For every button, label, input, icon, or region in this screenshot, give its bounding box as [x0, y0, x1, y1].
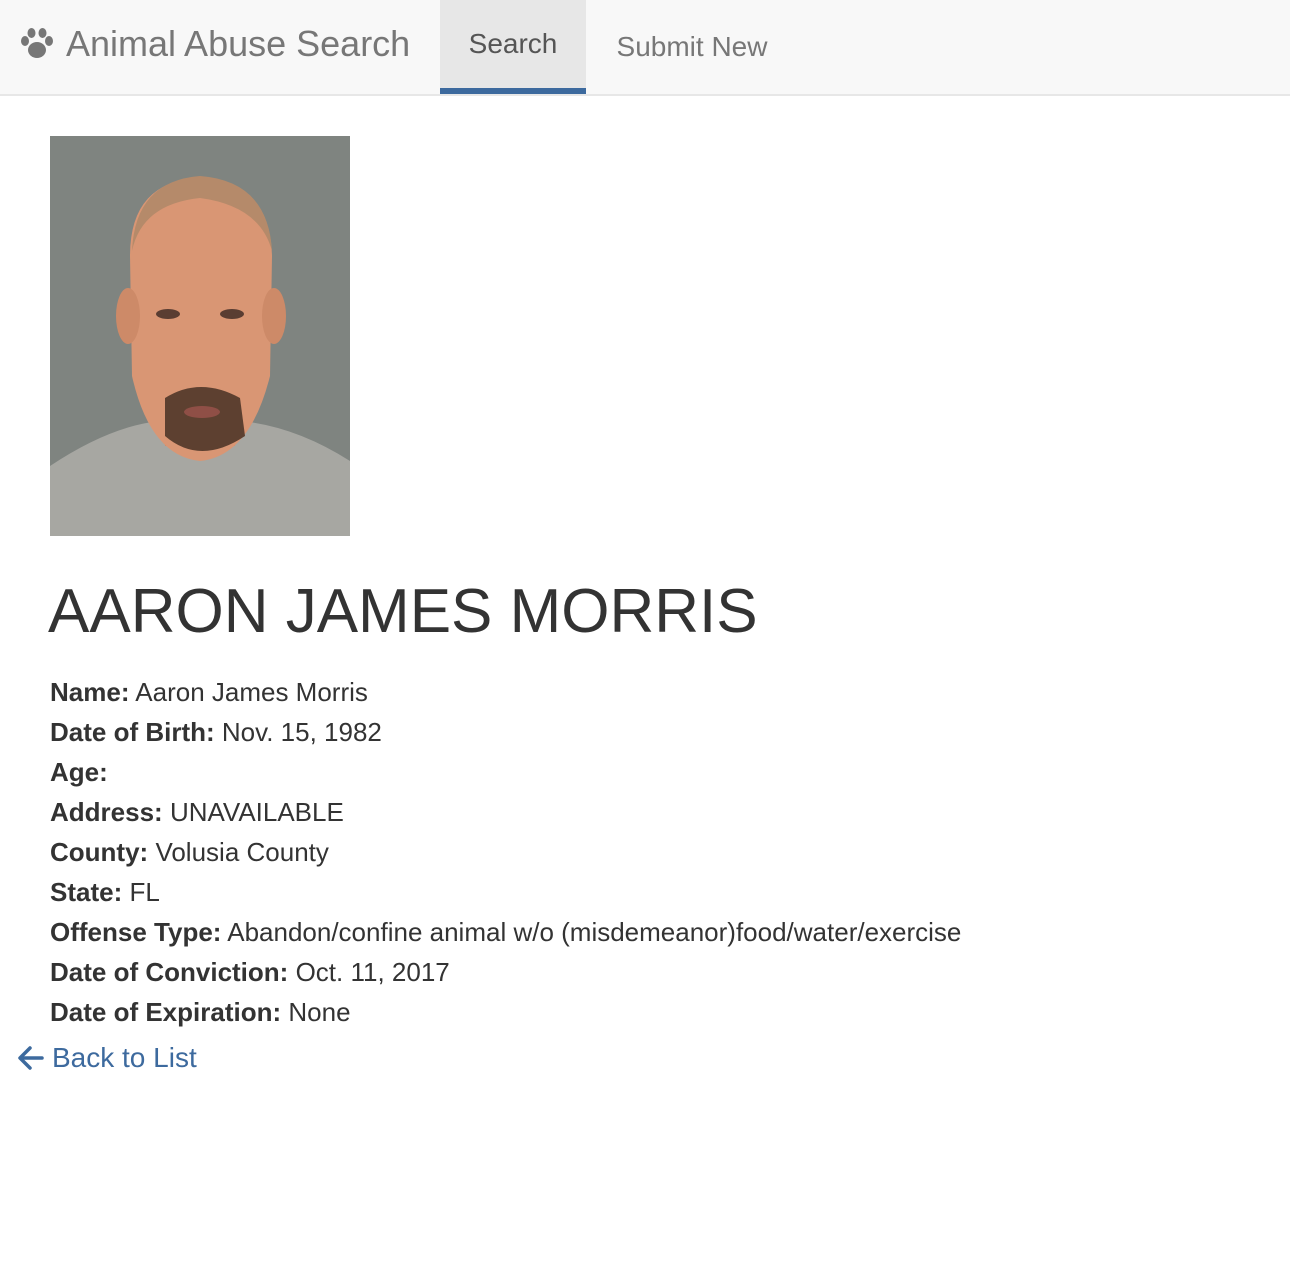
detail-value: Oct. 11, 2017 [295, 957, 450, 987]
detail-row-state: State: FL [50, 872, 961, 912]
navbar: Animal Abuse Search Search Submit New [0, 0, 1290, 96]
detail-row-date-of-expiration: Date of Expiration: None [50, 992, 961, 1032]
mugshot-photo [50, 136, 350, 536]
brand-link[interactable]: Animal Abuse Search [18, 0, 410, 88]
tab-search[interactable]: Search [440, 0, 586, 94]
detail-value: None [288, 997, 351, 1027]
detail-value: Aaron James Morris [135, 677, 368, 707]
detail-label: Offense Type: [50, 917, 222, 947]
detail-value: Volusia County [155, 837, 329, 867]
detail-row-address: Address: UNAVAILABLE [50, 792, 961, 832]
detail-row-date-of-conviction: Date of Conviction: Oct. 11, 2017 [50, 952, 961, 992]
back-to-list-link[interactable]: Back to List [18, 1042, 197, 1074]
back-link-label: Back to List [52, 1042, 197, 1073]
detail-label: Date of Birth: [50, 717, 215, 747]
detail-row-county: County: Volusia County [50, 832, 961, 872]
paw-icon [21, 28, 53, 58]
brand-label: Animal Abuse Search [66, 23, 411, 64]
detail-label: State: [50, 877, 123, 907]
detail-label: Age: [50, 757, 108, 787]
detail-row-name: Name: Aaron James Morris [50, 672, 961, 712]
detail-label: Address: [50, 797, 163, 827]
detail-row-dob: Date of Birth: Nov. 15, 1982 [50, 712, 961, 752]
detail-label: County: [50, 837, 149, 867]
detail-row-age: Age: [50, 752, 961, 792]
tab-submit-new[interactable]: Submit New [594, 0, 790, 94]
detail-value: Abandon/confine animal w/o (misdemeanor)… [227, 917, 962, 947]
detail-label: Name: [50, 677, 130, 707]
details-list: Name: Aaron James Morris Date of Birth: … [50, 672, 961, 1032]
page-title: AARON JAMES MORRIS [48, 577, 758, 646]
detail-row-offense-type: Offense Type: Abandon/confine animal w/o… [50, 912, 961, 952]
arrow-left-icon [18, 1046, 44, 1070]
detail-value: Nov. 15, 1982 [221, 717, 382, 747]
detail-label: Date of Expiration: [50, 997, 282, 1027]
detail-value: UNAVAILABLE [169, 797, 344, 827]
detail-label: Date of Conviction: [50, 957, 289, 987]
profile-content: AARON JAMES MORRIS Name: Aaron James Mor… [48, 136, 961, 1032]
detail-value: FL [129, 877, 160, 907]
